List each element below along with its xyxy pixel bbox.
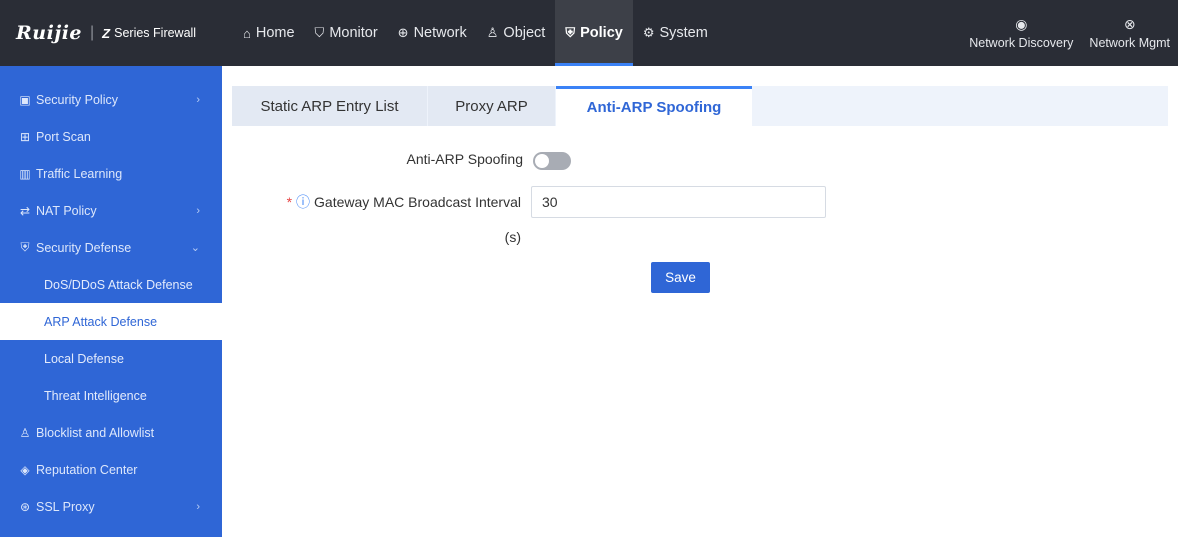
- nat-icon: ⇄: [19, 203, 31, 218]
- top-bar: Ruijie | Z Series Firewall ⌂ Home ⛉ Moni…: [0, 0, 1178, 66]
- sidebar-item-label: Traffic Learning: [36, 166, 123, 181]
- nav-label: System: [659, 25, 708, 41]
- sidebar-item-label: Reputation Center: [36, 462, 138, 477]
- user-list-icon: ♙: [486, 25, 499, 40]
- sidebar-item-nat-policy[interactable]: ⇄ NAT Policy ›: [0, 192, 222, 229]
- anti-arp-spoofing-toggle[interactable]: [533, 152, 571, 170]
- nav-label: Network: [413, 25, 467, 41]
- sidebar-item-local-defense[interactable]: Local Defense: [0, 340, 222, 377]
- header-tools: ◉ Network Discovery ⊗ Network Mgmt: [961, 0, 1178, 66]
- logo-divider: |: [90, 24, 95, 41]
- interval-label-text: Gateway MAC Broadcast Interval: [314, 194, 521, 210]
- tab-static-arp-entry-list[interactable]: Static ARP Entry List: [232, 86, 427, 126]
- toggle-knob: [535, 154, 549, 168]
- gateway-mac-interval-input[interactable]: 30: [531, 186, 826, 218]
- nav-network[interactable]: ⊕ Network: [388, 0, 477, 66]
- network-mgmt-icon: ⊗: [1123, 16, 1136, 32]
- traffic-chart-icon: ▥: [19, 166, 31, 181]
- ssl-proxy-icon: ⊛: [19, 499, 31, 514]
- sidebar-item-blocklist-allowlist[interactable]: ♙ Blocklist and Allowlist: [0, 414, 222, 451]
- sidebar-item-label: NAT Policy: [36, 203, 97, 218]
- info-icon[interactable]: ⓘ: [296, 194, 310, 210]
- sidebar-item-security-defense[interactable]: ⛨ Security Defense ⌄: [0, 229, 222, 266]
- sidebar-item-label: DoS/DDoS Attack Defense: [44, 277, 193, 292]
- interval-unit-label: (s): [504, 229, 521, 245]
- z-series-mark: Z: [102, 25, 111, 41]
- sidebar-item-threat-intelligence[interactable]: Threat Intelligence: [0, 377, 222, 414]
- logo: Ruijie | Z Series Firewall: [16, 0, 196, 66]
- anti-arp-spoofing-label: Anti-ARP Spoofing: [406, 151, 523, 167]
- security-policy-icon: ▣: [19, 92, 31, 107]
- required-mark: *: [286, 194, 293, 210]
- network-mgmt-button[interactable]: ⊗ Network Mgmt: [1081, 0, 1178, 66]
- home-icon: ⌂: [243, 25, 251, 41]
- nav-label: Monitor: [329, 25, 378, 41]
- sidebar-item-security-policy[interactable]: ▣ Security Policy ›: [0, 81, 222, 118]
- sidebar-item-reputation-center[interactable]: ◈ Reputation Center: [0, 451, 222, 488]
- globe-icon: ⊕: [397, 25, 409, 40]
- wifi-signal-icon: ◉: [1015, 16, 1028, 32]
- tab-anti-arp-spoofing[interactable]: Anti-ARP Spoofing: [556, 86, 752, 126]
- nav-monitor[interactable]: ⛉ Monitor: [305, 0, 388, 66]
- chevron-right-icon: ›: [196, 204, 200, 217]
- sidebar-item-label: Threat Intelligence: [44, 388, 147, 403]
- nav-policy[interactable]: ⛨ Policy: [555, 0, 634, 66]
- reputation-icon: ◈: [20, 462, 30, 477]
- sidebar-item-label: Port Scan: [36, 129, 91, 144]
- sidebar-item-dos-ddos-defense[interactable]: DoS/DDoS Attack Defense: [0, 266, 222, 303]
- network-discovery-button[interactable]: ◉ Network Discovery: [961, 0, 1081, 66]
- sidebar-item-label: Security Policy: [36, 92, 118, 107]
- save-button[interactable]: Save: [651, 262, 710, 293]
- users-icon: ♙: [19, 425, 31, 440]
- nav-label: Home: [255, 25, 295, 41]
- nav-system[interactable]: ⚙ System: [633, 0, 718, 66]
- chevron-down-icon: ⌄: [190, 242, 200, 254]
- sidebar-item-label: Local Defense: [44, 351, 124, 366]
- gateway-mac-interval-label: * ⓘ Gateway MAC Broadcast Interval: [287, 192, 521, 212]
- nav-label: Object: [503, 25, 546, 41]
- sidebar-item-port-scan[interactable]: ⊞ Port Scan: [0, 118, 222, 155]
- product-name: Series Firewall: [114, 26, 197, 40]
- sidebar-item-label: SSL Proxy: [36, 499, 95, 514]
- chevron-right-icon: ›: [196, 500, 200, 513]
- nav-object[interactable]: ♙ Object: [477, 0, 556, 66]
- chevron-right-icon: ›: [196, 93, 200, 106]
- shield-check-icon: ⛉: [314, 25, 325, 40]
- policy-icon: ⛨: [565, 25, 576, 40]
- tool-label: Network Mgmt: [1089, 36, 1170, 50]
- security-defense-icon: ⛨: [20, 240, 30, 254]
- sidebar-item-label: ARP Attack Defense: [44, 314, 158, 329]
- sidebar-item-ssl-proxy[interactable]: ⊛ SSL Proxy ›: [0, 488, 222, 525]
- main-nav: ⌂ Home ⛉ Monitor ⊕ Network ♙ Object ⛨ Po…: [233, 0, 718, 66]
- nav-home[interactable]: ⌂ Home: [233, 0, 305, 66]
- port-scan-icon: ⊞: [19, 129, 31, 144]
- main-content: Static ARP Entry List Proxy ARP Anti-ARP…: [222, 66, 1178, 537]
- gear-icon: ⚙: [642, 25, 655, 40]
- tool-label: Network Discovery: [969, 36, 1074, 50]
- sidebar-item-label: Security Defense: [36, 240, 132, 255]
- sidebar-item-label: Blocklist and Allowlist: [36, 425, 155, 440]
- nav-label: Policy: [580, 25, 623, 41]
- tab-bar: Static ARP Entry List Proxy ARP Anti-ARP…: [232, 86, 1168, 126]
- brand-logo: Ruijie: [16, 22, 83, 44]
- sidebar: ▣ Security Policy › ⊞ Port Scan ▥ Traffi…: [0, 66, 222, 537]
- sidebar-item-arp-attack-defense[interactable]: ARP Attack Defense: [0, 303, 222, 340]
- sidebar-item-traffic-learning[interactable]: ▥ Traffic Learning: [0, 155, 222, 192]
- tab-proxy-arp[interactable]: Proxy ARP: [428, 86, 555, 126]
